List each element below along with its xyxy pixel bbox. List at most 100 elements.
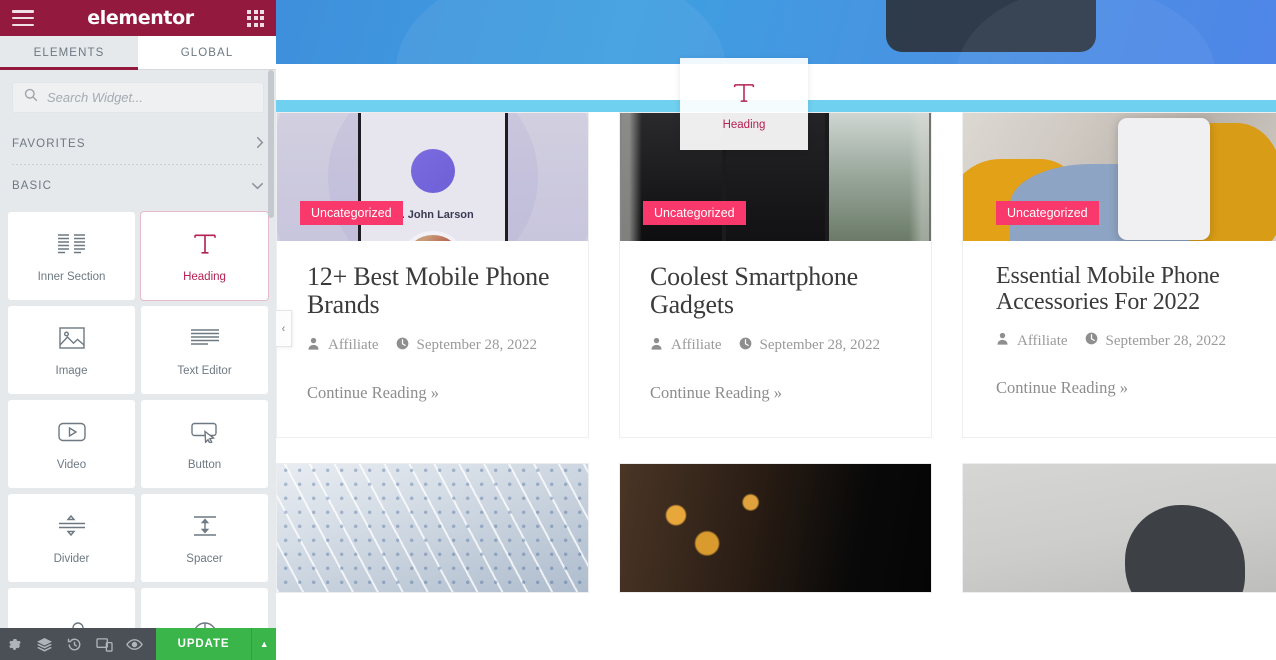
drop-zone-indicator [276, 100, 1276, 112]
panel-header: elementor [0, 0, 276, 36]
chevron-down-icon[interactable] [251, 179, 264, 192]
panel-tabs: ELEMENTS GLOBAL [0, 36, 276, 70]
post-title[interactable]: Coolest Smartphone Gadgets [650, 262, 901, 320]
post-card[interactable]: Uncategorized Coolest Smartphone Gadgets… [619, 112, 932, 438]
author-name: Affiliate [671, 337, 722, 354]
post-card[interactable]: dr. John Larson Uncategorized 12+ Best M… [276, 112, 589, 438]
clock-icon [396, 337, 409, 355]
post-body: 12+ Best Mobile Phone Brands Affiliate S… [277, 241, 588, 437]
widget-label: Spacer [186, 553, 223, 565]
post-body: Coolest Smartphone Gadgets Affiliate Sep… [620, 241, 931, 437]
widget-inner-section[interactable]: Inner Section [8, 212, 135, 300]
widget-label: Image [55, 365, 88, 377]
grid-icon[interactable] [247, 9, 264, 27]
thumbnail-image [620, 463, 931, 592]
post-thumbnail[interactable]: Uncategorized [963, 113, 1276, 241]
date-text: September 28, 2022 [759, 337, 880, 354]
inner-section-icon [57, 229, 87, 259]
clock-icon [739, 337, 752, 355]
widget-label: Video [56, 459, 87, 471]
widget-spacer[interactable]: Spacer [141, 494, 268, 582]
thumbnail-image [963, 463, 1276, 592]
post-thumbnail[interactable]: Uncategorized [620, 113, 931, 241]
post-date: September 28, 2022 [739, 337, 880, 355]
panel-scrollbar[interactable] [268, 70, 274, 218]
category-badge[interactable]: Uncategorized [643, 201, 746, 225]
post-thumbnail[interactable] [963, 463, 1276, 592]
user-icon [650, 337, 663, 355]
posts-row-1: dr. John Larson Uncategorized 12+ Best M… [276, 112, 1276, 438]
widget-label: Inner Section [37, 271, 106, 283]
panel-body: FAVORITES BASIC [0, 70, 276, 660]
posts-grid: dr. John Larson Uncategorized 12+ Best M… [276, 112, 1276, 593]
post-body: Essential Mobile Phone Accessories For 2… [963, 241, 1276, 432]
category-basic[interactable]: BASIC [0, 165, 276, 206]
read-more-link[interactable]: Continue Reading » [650, 383, 901, 403]
layers-icon[interactable] [30, 628, 60, 660]
widget-label: Divider [53, 553, 90, 565]
author-name: Affiliate [1017, 332, 1068, 349]
elementor-editor: dr. John Larson Uncategorized 12+ Best M… [0, 0, 1276, 660]
read-more-link[interactable]: Continue Reading » [307, 383, 558, 403]
tab-elements[interactable]: ELEMENTS [0, 36, 138, 70]
post-card[interactable] [962, 462, 1276, 593]
read-more-link[interactable]: Continue Reading » [996, 378, 1271, 398]
hamburger-icon[interactable] [12, 10, 34, 26]
update-options-caret[interactable]: ▲ [251, 628, 277, 660]
post-meta: Affiliate September 28, 2022 [307, 337, 558, 355]
category-favorites[interactable]: FAVORITES [0, 123, 276, 164]
search-widget-container [0, 70, 276, 123]
post-card[interactable]: Uncategorized Essential Mobile Phone Acc… [962, 112, 1276, 438]
devices-icon[interactable] [90, 628, 120, 660]
widget-text-editor[interactable]: Text Editor [141, 306, 268, 394]
category-badge[interactable]: Uncategorized [996, 201, 1099, 225]
post-title[interactable]: 12+ Best Mobile Phone Brands [307, 262, 558, 320]
user-icon [307, 337, 320, 355]
video-icon [57, 417, 87, 447]
history-icon[interactable] [60, 628, 90, 660]
widget-label: Button [187, 459, 222, 471]
banner-phone-image [886, 0, 1096, 52]
date-text: September 28, 2022 [416, 337, 537, 354]
clock-icon [1085, 332, 1098, 350]
widget-image[interactable]: Image [8, 306, 135, 394]
post-meta: Affiliate September 28, 2022 [996, 332, 1271, 350]
post-date: September 28, 2022 [396, 337, 537, 355]
image-icon [58, 323, 86, 353]
panel-footer: UPDATE ▲ [0, 628, 277, 660]
widget-label: Text Editor [177, 365, 232, 377]
post-thumbnail[interactable] [277, 463, 588, 592]
gear-icon[interactable] [0, 628, 30, 660]
button-icon [190, 417, 220, 447]
spacer-icon [190, 511, 220, 541]
widget-video[interactable]: Video [8, 400, 135, 488]
post-card[interactable] [619, 462, 932, 593]
post-title[interactable]: Essential Mobile Phone Accessories For 2… [996, 263, 1271, 315]
posts-row-2 [276, 462, 1276, 593]
date-text: September 28, 2022 [1105, 332, 1226, 349]
collapse-panel-button[interactable]: ‹ [276, 310, 292, 347]
author-name: Affiliate [328, 337, 379, 354]
search-box[interactable] [12, 82, 264, 113]
widget-label: Heading [183, 271, 226, 283]
text-editor-icon [190, 323, 220, 353]
category-label: FAVORITES [12, 137, 86, 150]
widget-heading[interactable]: Heading [141, 212, 268, 300]
user-icon [996, 332, 1009, 350]
chevron-right-icon[interactable] [256, 136, 264, 151]
app-button [410, 149, 455, 193]
post-author: Affiliate [996, 332, 1068, 350]
post-card[interactable] [276, 462, 589, 593]
post-thumbnail[interactable] [620, 463, 931, 592]
update-button[interactable]: UPDATE [155, 628, 252, 660]
tab-global[interactable]: GLOBAL [138, 36, 276, 69]
widget-button[interactable]: Button [141, 400, 268, 488]
widget-divider[interactable]: Divider [8, 494, 135, 582]
post-thumbnail[interactable]: dr. John Larson Uncategorized [277, 113, 588, 241]
thumbnail-image [277, 463, 588, 592]
widget-grid: Inner Section Heading Image Text Editor … [0, 206, 276, 660]
page-canvas[interactable]: dr. John Larson Uncategorized 12+ Best M… [276, 0, 1276, 660]
category-badge[interactable]: Uncategorized [300, 201, 403, 225]
eye-icon[interactable] [120, 628, 150, 660]
search-input[interactable] [47, 90, 252, 105]
